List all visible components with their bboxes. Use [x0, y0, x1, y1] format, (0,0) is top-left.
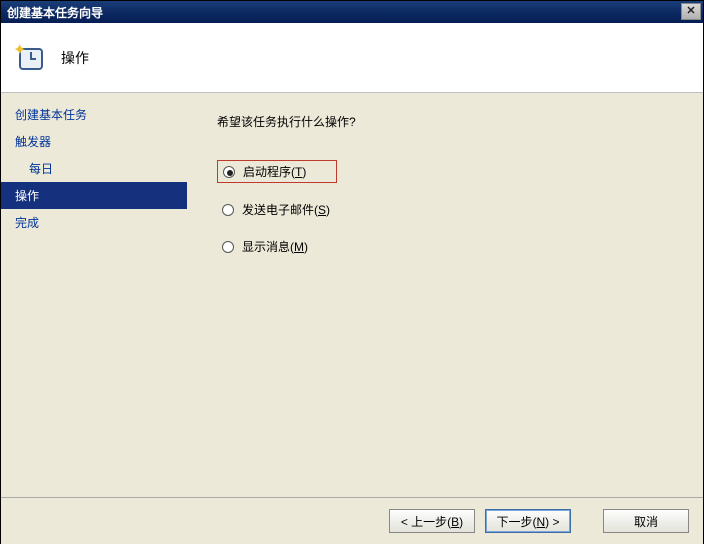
- page-title: 操作: [61, 48, 89, 68]
- radio-option-2[interactable]: 显示消息(M): [217, 236, 693, 257]
- back-button[interactable]: < 上一步(B): [389, 509, 475, 533]
- cancel-label: 取消: [634, 513, 658, 530]
- sidebar-item-2[interactable]: 每日: [1, 155, 187, 182]
- sidebar: 创建基本任务触发器每日操作完成: [1, 93, 187, 497]
- sidebar-item-3[interactable]: 操作: [1, 182, 187, 209]
- wizard-body: 创建基本任务触发器每日操作完成 希望该任务执行什么操作? 启动程序(T) 发送电子…: [1, 93, 703, 497]
- radio-dot[interactable]: [222, 241, 234, 253]
- clock-icon: ✦: [15, 42, 47, 74]
- sidebar-item-0[interactable]: 创建基本任务: [1, 101, 187, 128]
- radio-option-1[interactable]: 发送电子邮件(S): [217, 199, 693, 220]
- radio-dot[interactable]: [223, 166, 235, 178]
- close-icon: ✕: [686, 5, 695, 17]
- window-title: 创建基本任务向导: [5, 4, 103, 21]
- next-button[interactable]: 下一步(N) >: [485, 509, 571, 533]
- titlebar: 创建基本任务向导 ✕: [1, 1, 703, 23]
- wizard-footer: < 上一步(B) 下一步(N) > 取消: [1, 497, 703, 544]
- radio-label: 显示消息(M): [242, 238, 308, 255]
- back-label: < 上一步(B): [401, 513, 463, 530]
- radio-option-0[interactable]: 启动程序(T): [217, 160, 337, 183]
- radio-label: 发送电子邮件(S): [242, 201, 330, 218]
- close-button[interactable]: ✕: [681, 3, 701, 20]
- next-label: 下一步(N) >: [496, 513, 559, 530]
- content-area: 希望该任务执行什么操作? 启动程序(T) 发送电子邮件(S) 显示消息(M): [187, 93, 703, 497]
- prompt-text: 希望该任务执行什么操作?: [217, 113, 693, 130]
- wizard-header: ✦ 操作: [1, 23, 703, 93]
- sidebar-item-4[interactable]: 完成: [1, 209, 187, 236]
- radio-label: 启动程序(T): [243, 163, 306, 180]
- radio-dot[interactable]: [222, 204, 234, 216]
- cancel-button[interactable]: 取消: [603, 509, 689, 533]
- sidebar-item-1[interactable]: 触发器: [1, 128, 187, 155]
